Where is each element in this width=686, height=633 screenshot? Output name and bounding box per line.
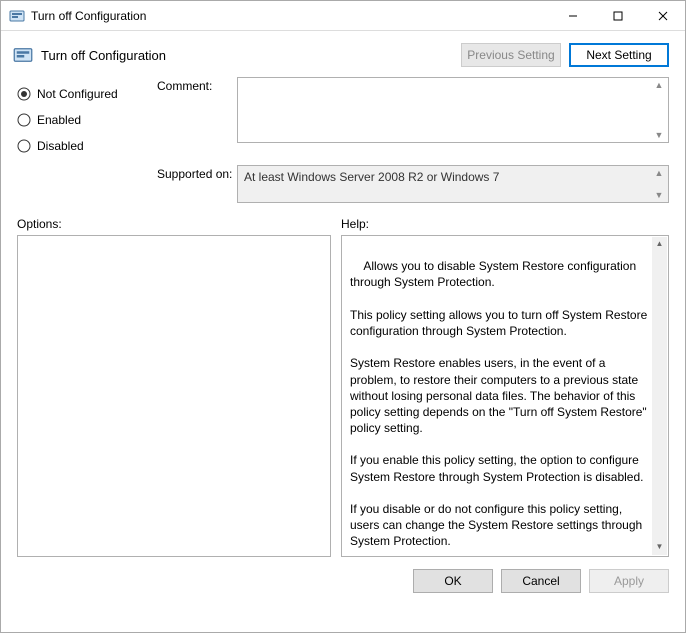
cancel-button[interactable]: Cancel: [501, 569, 581, 593]
options-box[interactable]: [17, 235, 331, 557]
scrollbar[interactable]: ▲ ▼: [652, 237, 667, 555]
window-title: Turn off Configuration: [31, 9, 550, 23]
chevron-up-icon[interactable]: ▲: [652, 237, 667, 252]
close-button[interactable]: [640, 1, 685, 31]
chevron-down-icon: ▼: [652, 130, 666, 140]
titlebar: Turn off Configuration: [1, 1, 685, 31]
footer: OK Cancel Apply: [1, 557, 685, 593]
chevron-up-icon: ▲: [652, 168, 666, 178]
minimize-button[interactable]: [550, 1, 595, 31]
comment-input[interactable]: ▲ ▼: [237, 77, 669, 143]
split-panes: Allows you to disable System Restore con…: [1, 235, 685, 557]
ok-button[interactable]: OK: [413, 569, 493, 593]
split-labels: Options: Help:: [1, 203, 685, 235]
radio-label: Disabled: [37, 139, 84, 153]
chevron-down-icon: ▼: [652, 190, 666, 200]
policy-icon: [13, 45, 33, 65]
previous-setting-button[interactable]: Previous Setting: [461, 43, 561, 67]
radio-disabled[interactable]: Disabled: [17, 133, 157, 159]
next-setting-button[interactable]: Next Setting: [569, 43, 669, 67]
radio-label: Not Configured: [37, 87, 118, 101]
help-box[interactable]: Allows you to disable System Restore con…: [341, 235, 669, 557]
comment-label: Comment:: [157, 77, 237, 93]
state-radios: Not Configured Enabled Disabled: [17, 77, 157, 159]
chevron-down-icon[interactable]: ▼: [652, 540, 667, 555]
supported-label: Supported on:: [157, 165, 237, 181]
chevron-up-icon: ▲: [652, 80, 666, 90]
options-label: Options:: [17, 217, 341, 231]
help-text: Allows you to disable System Restore con…: [350, 259, 651, 557]
help-label: Help:: [341, 217, 669, 231]
page-title: Turn off Configuration: [41, 48, 453, 63]
apply-button[interactable]: Apply: [589, 569, 669, 593]
radio-not-configured[interactable]: Not Configured: [17, 81, 157, 107]
policy-icon: [9, 8, 25, 24]
header: Turn off Configuration Previous Setting …: [1, 31, 685, 77]
supported-on-value: At least Windows Server 2008 R2 or Windo…: [244, 170, 499, 184]
supported-on-box: At least Windows Server 2008 R2 or Windo…: [237, 165, 669, 203]
radio-enabled[interactable]: Enabled: [17, 107, 157, 133]
maximize-button[interactable]: [595, 1, 640, 31]
radio-label: Enabled: [37, 113, 81, 127]
form-area: Not Configured Enabled Disabled Comment:…: [1, 77, 685, 203]
